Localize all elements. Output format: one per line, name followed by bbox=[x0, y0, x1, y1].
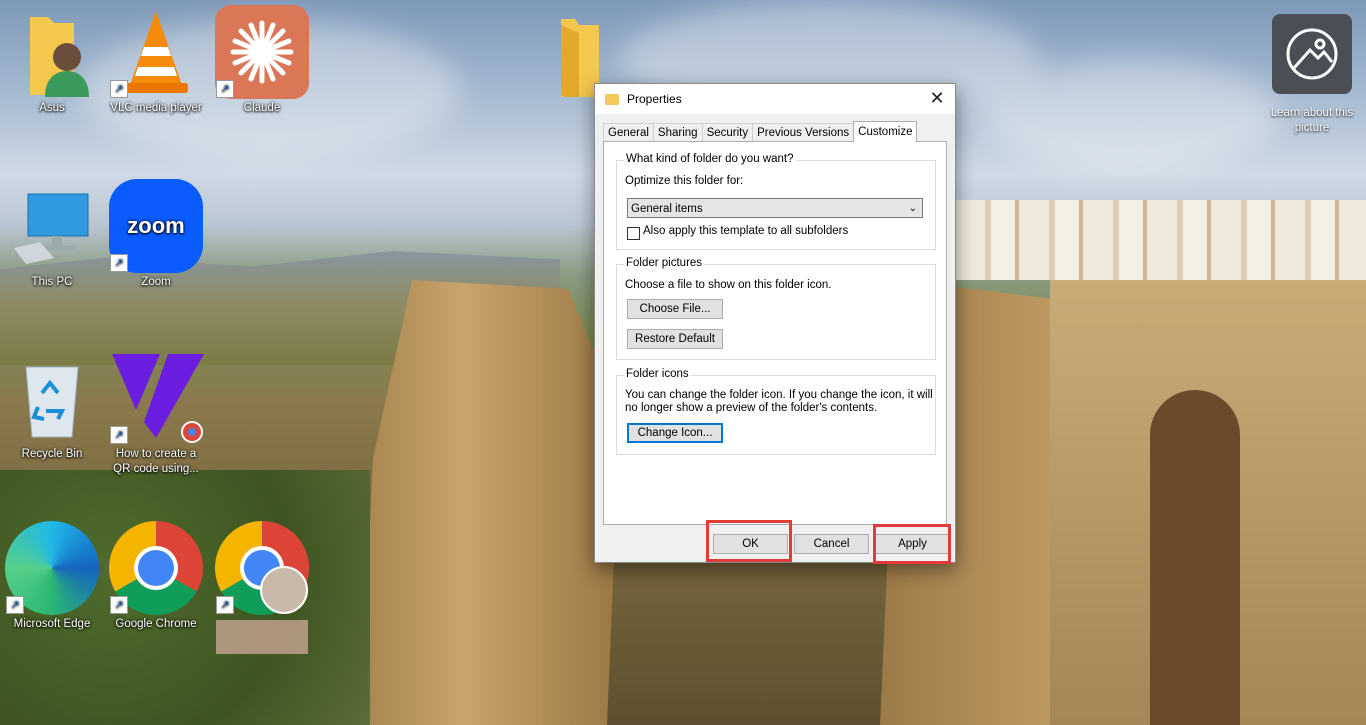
desktop-icon-this-pc[interactable]: This PC bbox=[2, 178, 102, 290]
properties-dialog: Properties ✕ General Sharing Security Pr… bbox=[594, 83, 956, 563]
icon-label: This PC bbox=[31, 276, 73, 288]
pictures-description: Choose a file to show on this folder ico… bbox=[625, 279, 832, 291]
icon-label: Google Chrome bbox=[115, 618, 197, 630]
cliff bbox=[360, 280, 620, 725]
tab-security[interactable]: Security bbox=[701, 123, 754, 142]
recycle-bin-icon bbox=[4, 350, 100, 446]
tab-sharing[interactable]: Sharing bbox=[652, 123, 703, 142]
tab-customize[interactable]: Customize bbox=[853, 121, 918, 142]
chevron-down-icon: ⌄ bbox=[908, 203, 917, 214]
icons-description-line2: no longer show a preview of the folder's… bbox=[625, 402, 878, 414]
learn-label: Learn about this picture bbox=[1270, 107, 1354, 134]
learn-about-picture[interactable]: Learn about this picture bbox=[1262, 14, 1362, 136]
tab-general[interactable]: General bbox=[603, 123, 654, 142]
user-folder-icon bbox=[4, 4, 100, 100]
shortcut-arrow-icon: ↗ bbox=[110, 596, 128, 614]
tab-strip: General Sharing Security Previous Versio… bbox=[603, 121, 918, 142]
shortcut-arrow-icon: ↗ bbox=[110, 426, 128, 444]
shortcut-arrow-icon: ↗ bbox=[110, 80, 128, 98]
zoom-icon: zoom ↗ bbox=[108, 178, 204, 274]
change-icon-button[interactable]: Change Icon... bbox=[627, 423, 723, 443]
restore-default-button[interactable]: Restore Default bbox=[627, 329, 723, 349]
icon-label: Zoom bbox=[141, 276, 171, 288]
desktop-icon-qr-guide[interactable]: ↗ How to create a QR code using... bbox=[106, 350, 206, 477]
ok-highlight-box bbox=[706, 520, 792, 562]
dialog-title: Properties bbox=[627, 92, 682, 106]
title-bar[interactable]: Properties ✕ bbox=[595, 84, 955, 114]
apply-highlight-box bbox=[873, 524, 951, 564]
icon-label: How to create a QR code using... bbox=[113, 448, 199, 475]
folder-type-group: What kind of folder do you want? Optimiz… bbox=[616, 153, 936, 250]
choose-file-button[interactable]: Choose File... bbox=[627, 299, 723, 319]
desktop-icon-chrome-profile[interactable]: ↗ bbox=[212, 520, 312, 654]
cloud bbox=[980, 60, 1280, 170]
tab-previous-versions[interactable]: Previous Versions bbox=[752, 123, 855, 142]
computer-icon bbox=[4, 178, 100, 274]
icon-label: VLC media player bbox=[110, 102, 202, 114]
desktop-icon-vlc[interactable]: ↗ VLC media player bbox=[106, 4, 206, 116]
icons-description-line1: You can change the folder icon. If you c… bbox=[625, 389, 933, 401]
avatar bbox=[260, 566, 308, 614]
customize-panel: What kind of folder do you want? Optimiz… bbox=[603, 141, 947, 525]
desktop-icon-edge[interactable]: ↗ Microsoft Edge bbox=[2, 520, 102, 632]
folder-pictures-group: Folder pictures Choose a file to show on… bbox=[616, 257, 936, 360]
edge-icon: ↗ bbox=[4, 520, 100, 616]
blurred-label bbox=[216, 620, 308, 654]
vlc-cone-icon: ↗ bbox=[108, 4, 204, 100]
chrome-profile-icon: ↗ bbox=[214, 520, 310, 616]
icon-label: Recycle Bin bbox=[21, 448, 83, 460]
claude-icon: ↗ bbox=[214, 4, 310, 100]
chrome-icon: ↗ bbox=[108, 520, 204, 616]
bridge-arch bbox=[1150, 390, 1240, 725]
web-shortcut-icon: ↗ bbox=[108, 350, 204, 446]
close-button[interactable]: ✕ bbox=[927, 89, 947, 109]
learn-picture-icon bbox=[1272, 14, 1352, 94]
desktop-icon-zoom[interactable]: zoom ↗ Zoom bbox=[106, 178, 206, 290]
apply-subfolders-label[interactable]: Also apply this template to all subfolde… bbox=[643, 225, 848, 237]
cancel-button[interactable]: Cancel bbox=[794, 534, 869, 554]
icon-label: Asus bbox=[39, 102, 65, 114]
desktop-icon-asus[interactable]: Asus bbox=[2, 4, 102, 116]
icon-label: Microsoft Edge bbox=[13, 618, 91, 630]
shortcut-arrow-icon: ↗ bbox=[216, 80, 234, 98]
folder-icon bbox=[605, 93, 619, 105]
shortcut-arrow-icon: ↗ bbox=[216, 596, 234, 614]
desktop-icon-chrome[interactable]: ↗ Google Chrome bbox=[106, 520, 206, 632]
group-heading: Folder icons bbox=[624, 368, 691, 380]
town bbox=[955, 200, 1366, 280]
shortcut-arrow-icon: ↗ bbox=[110, 254, 128, 272]
shortcut-arrow-icon: ↗ bbox=[6, 596, 24, 614]
group-heading: Folder pictures bbox=[624, 257, 705, 269]
apply-subfolders-checkbox[interactable] bbox=[627, 227, 640, 240]
optimize-label: Optimize this folder for: bbox=[625, 175, 744, 187]
desktop-icon-recycle-bin[interactable]: Recycle Bin bbox=[2, 350, 102, 462]
group-heading: What kind of folder do you want? bbox=[624, 153, 796, 165]
folder-icons-group: Folder icons You can change the folder i… bbox=[616, 368, 936, 455]
desktop-icon-claude[interactable]: ↗ Claude bbox=[212, 4, 312, 116]
folder-type-select[interactable]: General items ⌄ bbox=[627, 198, 923, 218]
select-value: General items bbox=[631, 203, 703, 215]
icon-label: Claude bbox=[243, 102, 281, 114]
